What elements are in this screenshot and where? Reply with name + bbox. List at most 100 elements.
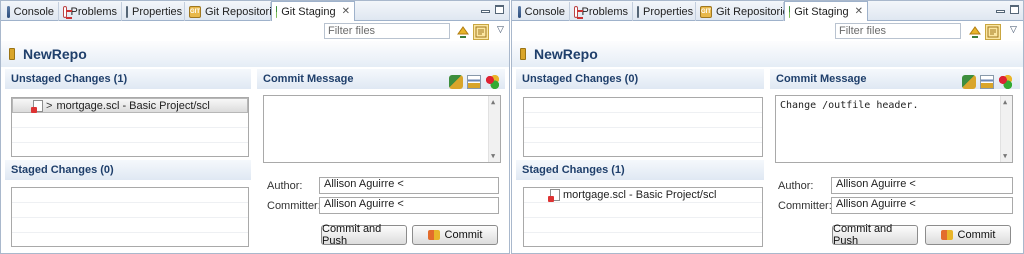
commit-message-title: Commit Message bbox=[776, 73, 867, 85]
scroll-up-icon[interactable]: ▲ bbox=[1003, 98, 1007, 106]
tab-properties[interactable]: Properties bbox=[633, 2, 696, 21]
refresh-icon[interactable] bbox=[967, 24, 983, 40]
repository-icon bbox=[520, 48, 526, 60]
minimize-button[interactable] bbox=[481, 10, 490, 13]
amend-icon[interactable] bbox=[962, 75, 976, 89]
tab-git-staging[interactable]: Git Staging ✕ bbox=[784, 1, 868, 21]
presentation-toggle-icon[interactable] bbox=[985, 24, 1001, 40]
staging-toolbar: ▽ bbox=[512, 21, 1023, 41]
scroll-down-icon[interactable]: ▼ bbox=[1003, 152, 1007, 160]
empty-row bbox=[524, 203, 762, 218]
view-tab-bar: Console Problems Properties GIT Git Repo… bbox=[512, 1, 1023, 21]
commit-message-input[interactable]: Change /outfile header. ▲ ▼ bbox=[775, 95, 1013, 163]
committer-label: Committer: bbox=[778, 200, 832, 212]
tab-label: Git Staging bbox=[794, 5, 849, 18]
staged-changes-list[interactable] bbox=[11, 187, 249, 247]
commit-label: Commit bbox=[444, 229, 483, 241]
console-icon bbox=[7, 5, 10, 18]
tab-properties[interactable]: Properties bbox=[122, 2, 185, 21]
view-menu-icon[interactable]: ▽ bbox=[497, 24, 504, 35]
list-item[interactable]: > mortgage.scl - Basic Project/scl bbox=[12, 98, 248, 113]
empty-row bbox=[524, 128, 762, 143]
presentation-toggle-icon[interactable] bbox=[473, 24, 489, 40]
vertical-scrollbar[interactable]: ▲ ▼ bbox=[1000, 96, 1012, 162]
staged-changes-list[interactable]: mortgage.scl - Basic Project/scl bbox=[523, 187, 763, 247]
git-staging-icon bbox=[276, 5, 278, 18]
view-tab-bar: Console Problems Properties GIT Git Repo… bbox=[1, 1, 509, 21]
change-id-icon[interactable] bbox=[485, 75, 499, 89]
scroll-down-icon[interactable]: ▼ bbox=[491, 152, 495, 160]
committer-field[interactable]: Allison Aguirre < bbox=[831, 197, 1013, 214]
file-path: mortgage.scl - Basic Project/scl bbox=[56, 99, 210, 112]
unstaged-changes-list[interactable]: > mortgage.scl - Basic Project/scl bbox=[11, 97, 249, 157]
empty-row bbox=[12, 188, 248, 203]
committer-value: Allison Aguirre < bbox=[324, 198, 404, 210]
commit-and-push-button[interactable]: Commit and Push bbox=[321, 223, 407, 247]
commit-button[interactable]: Commit bbox=[412, 225, 498, 245]
commit-button[interactable]: Commit bbox=[925, 225, 1011, 245]
tab-problems[interactable]: Problems bbox=[59, 2, 122, 21]
change-id-icon[interactable] bbox=[998, 75, 1012, 89]
signed-off-icon[interactable] bbox=[467, 75, 481, 89]
tab-git-repositories[interactable]: GIT Git Repositories bbox=[696, 2, 794, 21]
tab-console[interactable]: Console bbox=[3, 2, 59, 21]
commit-and-push-button[interactable]: Commit and Push bbox=[832, 223, 918, 247]
commit-message-text: Change /outfile header. bbox=[780, 100, 919, 111]
tab-git-repositories[interactable]: GIT Git Repositories bbox=[185, 2, 283, 21]
commit-label: Commit bbox=[957, 229, 996, 241]
unstaged-changes-list[interactable] bbox=[523, 97, 763, 157]
empty-row bbox=[12, 128, 248, 143]
committer-field[interactable]: Allison Aguirre < bbox=[319, 197, 499, 214]
tab-label: Problems bbox=[70, 5, 117, 18]
author-field[interactable]: Allison Aguirre < bbox=[319, 177, 499, 194]
problems-icon bbox=[63, 5, 71, 19]
tab-problems[interactable]: Problems bbox=[570, 2, 633, 21]
commit-and-push-label: Commit and Push bbox=[833, 223, 893, 247]
tab-label: Properties bbox=[132, 5, 183, 18]
tab-console[interactable]: Console bbox=[514, 2, 570, 21]
properties-icon bbox=[126, 5, 128, 18]
tab-git-staging[interactable]: Git Staging ✕ bbox=[271, 1, 355, 21]
author-value: Allison Aguirre < bbox=[324, 178, 404, 190]
amend-icon[interactable] bbox=[449, 75, 463, 89]
staged-changes-header: Staged Changes (0) bbox=[5, 160, 251, 180]
empty-row bbox=[12, 218, 248, 233]
vertical-scrollbar[interactable]: ▲ ▼ bbox=[488, 96, 500, 162]
refresh-icon[interactable] bbox=[455, 24, 471, 40]
signed-off-icon[interactable] bbox=[980, 75, 994, 89]
repository-header: NewRepo bbox=[512, 41, 1023, 67]
empty-row bbox=[524, 98, 762, 113]
author-label: Author: bbox=[778, 180, 814, 192]
staged-changes-header: Staged Changes (1) bbox=[516, 160, 764, 180]
git-repositories-icon: GIT bbox=[189, 5, 201, 18]
close-icon[interactable]: ✕ bbox=[342, 6, 350, 17]
tab-label: Console bbox=[524, 5, 565, 18]
committer-label: Committer: bbox=[267, 200, 321, 212]
minimize-button[interactable] bbox=[996, 10, 1005, 13]
staged-changes-title: Staged Changes (0) bbox=[11, 164, 114, 176]
tab-label: Problems bbox=[581, 5, 628, 18]
maximize-button[interactable] bbox=[1010, 5, 1019, 14]
empty-row bbox=[12, 113, 248, 128]
git-repositories-icon: GIT bbox=[700, 5, 712, 18]
author-field[interactable]: Allison Aguirre < bbox=[831, 177, 1013, 194]
repository-name: NewRepo bbox=[534, 46, 598, 62]
commit-and-push-label: Commit and Push bbox=[322, 223, 382, 247]
filter-files-input[interactable] bbox=[835, 23, 961, 39]
scroll-up-icon[interactable]: ▲ bbox=[491, 98, 495, 106]
view-menu-icon[interactable]: ▽ bbox=[1010, 24, 1017, 35]
repository-name: NewRepo bbox=[23, 46, 87, 62]
repository-icon bbox=[9, 48, 15, 60]
commit-message-input[interactable]: ▲ ▼ bbox=[263, 95, 501, 163]
unstaged-changes-header: Unstaged Changes (1) bbox=[5, 69, 251, 89]
unstaged-changes-title: Unstaged Changes (0) bbox=[522, 73, 639, 85]
git-staging-view-after: Console Problems Properties GIT Git Repo… bbox=[511, 0, 1024, 254]
filter-files-input[interactable] bbox=[324, 23, 450, 39]
modified-file-icon bbox=[31, 99, 43, 113]
close-icon[interactable]: ✕ bbox=[855, 6, 863, 17]
properties-icon bbox=[637, 5, 639, 18]
commit-message-toolbar bbox=[962, 75, 1012, 89]
commit-message-title: Commit Message bbox=[263, 73, 354, 85]
list-item[interactable]: mortgage.scl - Basic Project/scl bbox=[524, 188, 762, 203]
maximize-button[interactable] bbox=[495, 5, 504, 14]
